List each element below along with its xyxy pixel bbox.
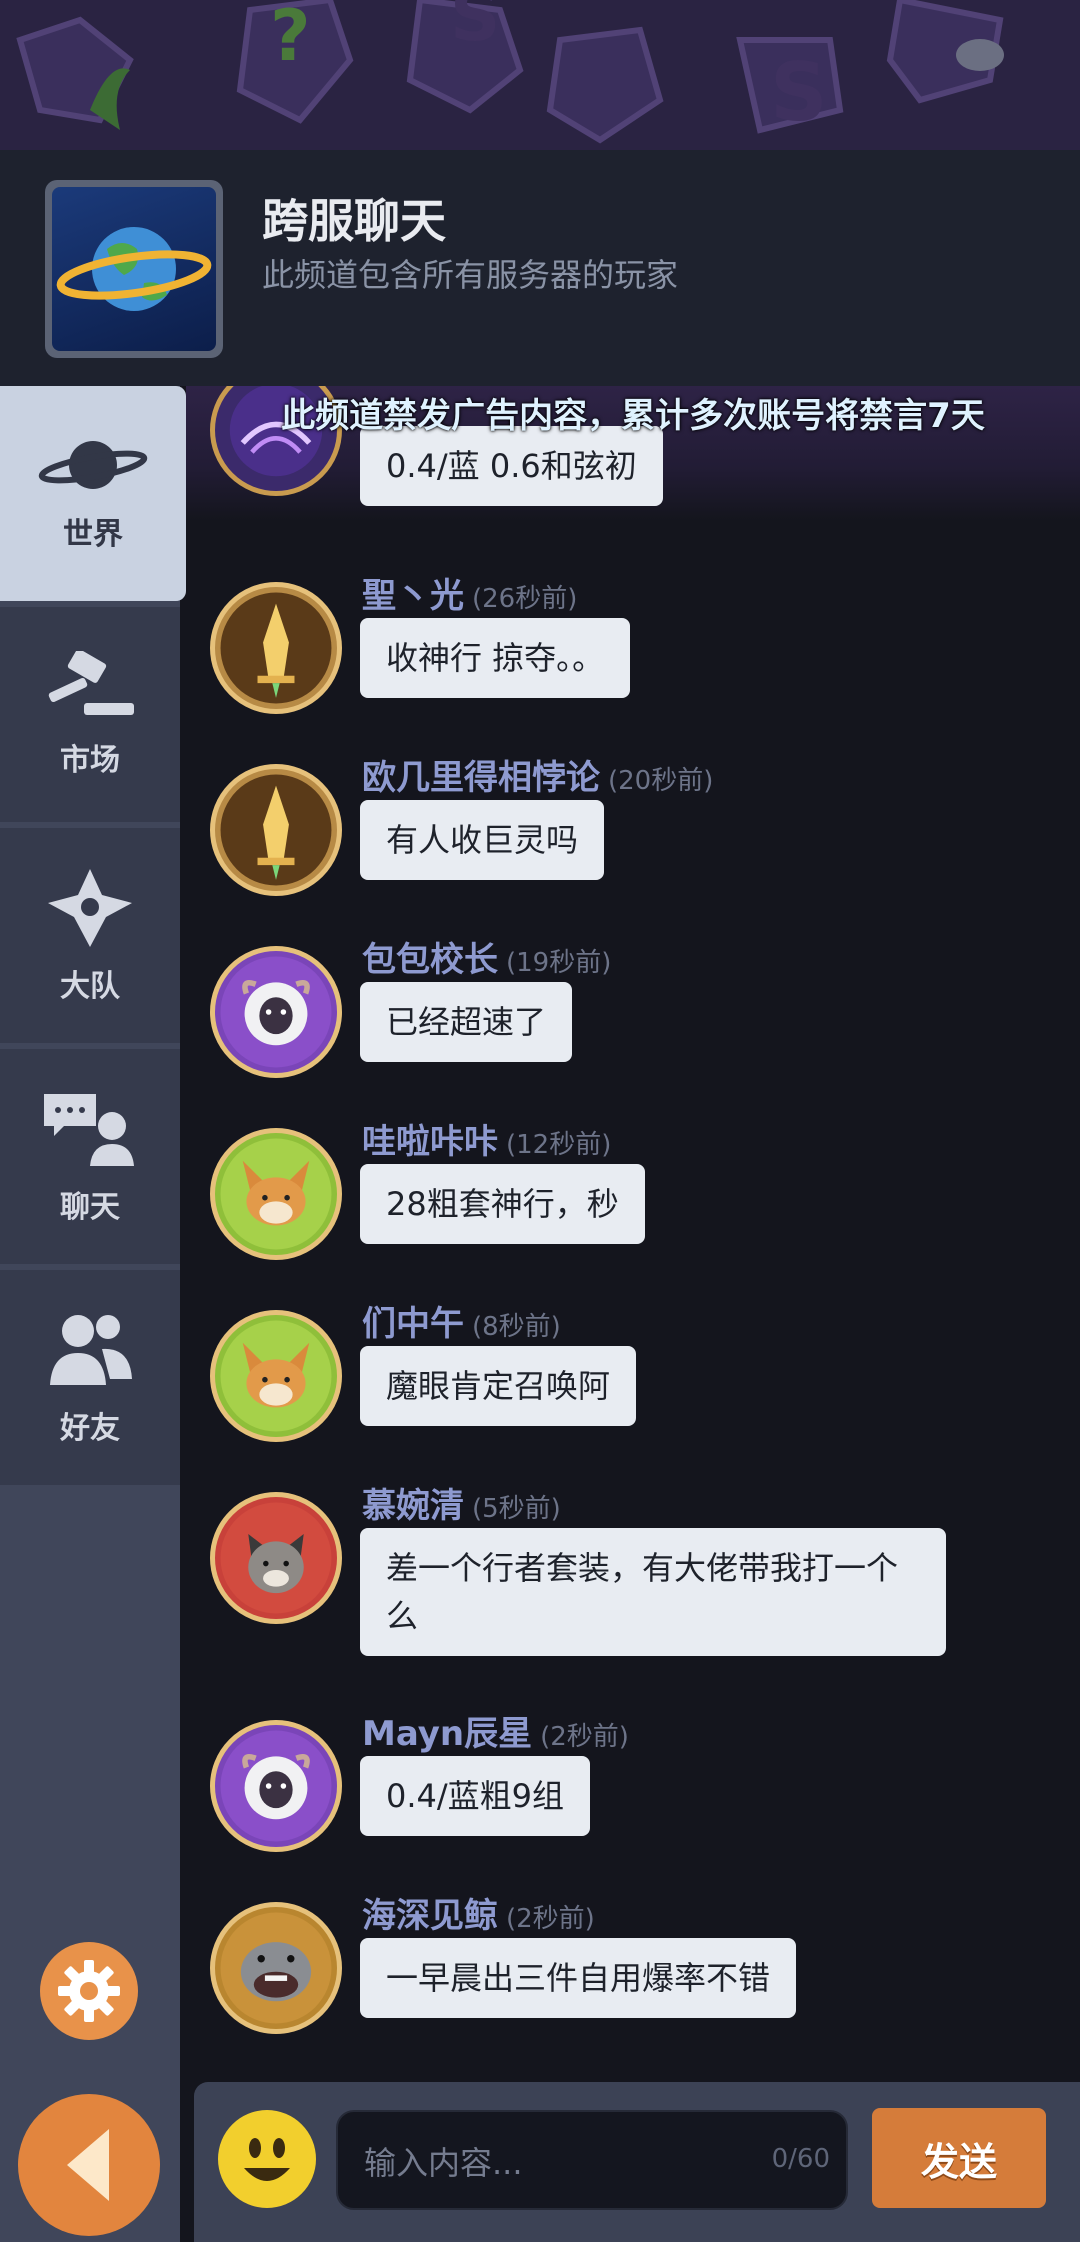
message-bubble: 魔眼肯定召唤阿	[360, 1346, 637, 1426]
message-author: 慕婉清 (5秒前)	[362, 1486, 561, 1526]
svg-text:S: S	[770, 46, 828, 139]
message-bubble: 一早晨出三件自用爆率不错	[360, 1938, 797, 2018]
message-time: (19秒前)	[506, 948, 612, 978]
sidebar-item-chat[interactable]: 聊天	[0, 1049, 180, 1264]
message-bubble: 已经超速了	[360, 982, 573, 1062]
message-time: (12秒前)	[506, 1130, 612, 1160]
channel-title: 跨服聊天	[262, 194, 446, 248]
message-bubble: 有人收巨灵吗	[360, 800, 605, 880]
message-bubble: 差一个行者套装，有大佬带我打一个么	[360, 1528, 946, 1656]
fox-avatar[interactable]	[210, 1128, 342, 1260]
sidebar-item-label: 大队	[60, 968, 120, 1004]
message-author: 哇啦咔咔 (12秒前)	[362, 1122, 612, 1162]
message-bubble: 收神行 掠夺。。	[360, 618, 631, 698]
message-author: 聖丶光 (26秒前)	[362, 576, 578, 616]
sidebar-item-team[interactable]: 大队	[0, 828, 180, 1043]
channel-header: 跨服聊天 此频道包含所有服务器的玩家	[0, 150, 1080, 386]
chat-input-bar: 输入内容... 0/60 发送	[194, 2082, 1080, 2242]
team-icon	[48, 868, 132, 947]
chat-icon	[44, 1093, 134, 1166]
sheep-avatar[interactable]	[210, 1720, 342, 1852]
message-time: (2秒前)	[540, 1722, 629, 1752]
settings-button[interactable]	[40, 1942, 138, 2040]
message-time: (8秒前)	[472, 1312, 561, 1342]
smiley-icon	[244, 2138, 290, 2181]
sidebar-item-label: 聊天	[60, 1189, 120, 1225]
send-button[interactable]: 发送	[872, 2108, 1046, 2208]
sword-avatar[interactable]	[210, 764, 342, 896]
back-button[interactable]	[18, 2094, 160, 2236]
message-input[interactable]: 输入内容... 0/60	[336, 2110, 848, 2210]
sidebar-item-world[interactable]: 世界	[0, 386, 186, 601]
channel-subtitle: 此频道包含所有服务器的玩家	[262, 256, 679, 294]
sidebar-item-market[interactable]: 市场	[0, 607, 180, 822]
sidebar: 世界 市场 大队 聊天 好友	[0, 386, 186, 2242]
sidebar-item-label: 好友	[60, 1410, 120, 1446]
fox-avatar[interactable]	[210, 1310, 342, 1442]
sheep-avatar[interactable]	[210, 946, 342, 1078]
message-author: 包包校长 (19秒前)	[362, 940, 612, 980]
character-counter: 0/60	[771, 2144, 830, 2174]
svg-text:S: S	[450, 0, 500, 57]
message-list[interactable]: 0.4/蓝 0.6和弦初 聖丶光 (26秒前) 收神行 掠夺。。 欧几里得相悖论(…	[186, 386, 1080, 2076]
sidebar-item-label: 世界	[63, 516, 123, 552]
message-time: (2秒前)	[506, 1904, 595, 1934]
message-time: (5秒前)	[472, 1494, 561, 1524]
cat-avatar[interactable]	[210, 1492, 342, 1624]
gavel-icon	[48, 650, 134, 715]
channel-notice: 此频道禁发广告内容，累计多次账号将禁言7天	[281, 396, 985, 436]
message-time: (26秒前)	[472, 584, 578, 614]
sidebar-item-label: 市场	[60, 742, 120, 778]
sword-avatar[interactable]	[210, 582, 342, 714]
friends-icon	[50, 1314, 132, 1385]
message-author: Mayn辰星 (2秒前)	[362, 1714, 629, 1754]
top-decor-banner: ? S S	[0, 0, 1080, 150]
hippo-avatar[interactable]	[210, 1902, 342, 2034]
gear-icon	[58, 1960, 120, 2022]
message-author: 海深见鲸 (2秒前)	[362, 1896, 595, 1936]
emoji-button[interactable]	[218, 2110, 316, 2208]
sidebar-item-friends[interactable]: 好友	[0, 1270, 180, 1485]
svg-text:?: ?	[270, 0, 311, 77]
back-arrow-icon	[67, 2129, 109, 2201]
planet-icon	[38, 440, 148, 489]
input-placeholder: 输入内容...	[364, 2144, 523, 2182]
message-author: 们中午 (8秒前)	[362, 1304, 561, 1344]
message-bubble: 28粗套神行，秒	[360, 1164, 645, 1244]
channel-planet-icon	[45, 180, 223, 358]
message-bubble: 0.4/蓝粗9组	[360, 1756, 591, 1836]
message-time: (20秒前)	[608, 766, 714, 796]
message-author: 欧几里得相悖论 (20秒前)	[362, 758, 714, 798]
